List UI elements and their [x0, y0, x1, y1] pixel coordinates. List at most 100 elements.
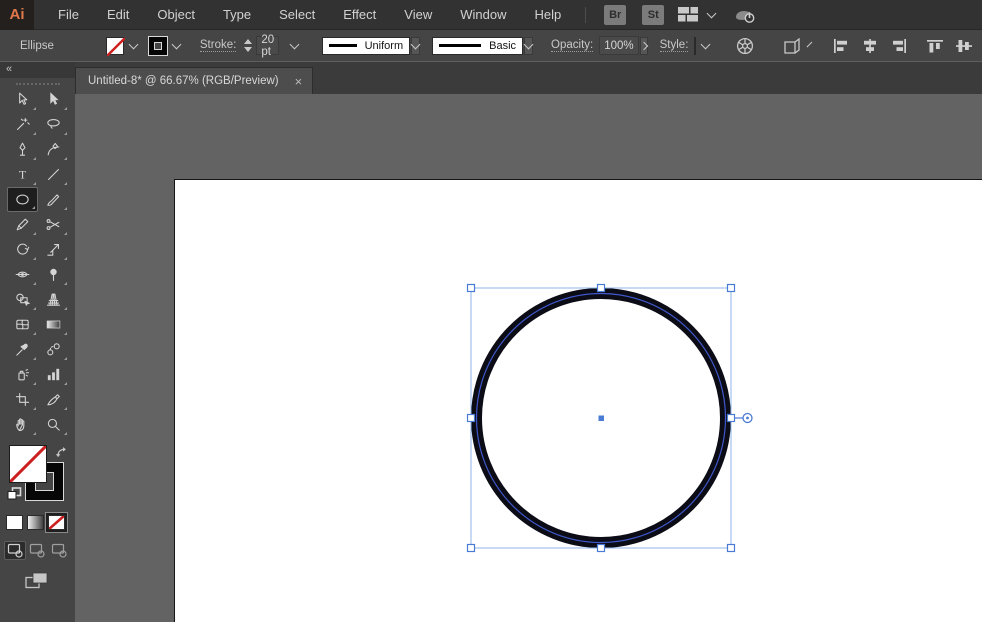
draw-behind-button[interactable]: [26, 541, 48, 560]
draw-normal-button[interactable]: [4, 541, 26, 560]
center-anchor[interactable]: [598, 415, 605, 422]
tool-width[interactable]: [7, 262, 38, 287]
tool-paintbrush[interactable]: [38, 187, 69, 212]
tools-panel: « T: [0, 62, 75, 622]
tool-zoom[interactable]: [38, 412, 69, 437]
tool-scissors[interactable]: [38, 212, 69, 237]
workspace-switcher-icon[interactable]: [678, 7, 699, 22]
horizontal-align-center-button[interactable]: [861, 38, 879, 54]
stroke-weight-stepper[interactable]: [244, 39, 253, 52]
recolor-artwork-icon[interactable]: [735, 36, 755, 56]
collapse-panel-button[interactable]: «: [0, 62, 75, 78]
bridge-button[interactable]: Br: [604, 4, 627, 25]
svg-text:T: T: [18, 167, 26, 181]
width-profile-preview: [329, 44, 357, 47]
menu-effect[interactable]: Effect: [329, 0, 390, 30]
close-tab-icon[interactable]: ×: [295, 75, 303, 88]
stroke-color-chevron-icon[interactable]: [167, 39, 186, 50]
vertical-align-center-button[interactable]: [955, 38, 973, 54]
tool-scale[interactable]: [38, 237, 69, 262]
tools-grid: T: [0, 87, 75, 437]
tool-pencil[interactable]: [7, 212, 38, 237]
draw-inside-button[interactable]: [48, 541, 70, 560]
live-shape-widget[interactable]: [735, 412, 753, 424]
stock-button[interactable]: St: [642, 4, 665, 25]
tools-panel-grip[interactable]: [15, 83, 60, 85]
tool-mesh[interactable]: [7, 312, 38, 337]
brush-definition-dropdown[interactable]: Basic: [432, 36, 524, 55]
tool-column-graph[interactable]: [38, 362, 69, 387]
style-chevron-icon[interactable]: [696, 39, 715, 50]
color-button[interactable]: [6, 515, 23, 530]
app-logo: Ai: [0, 0, 34, 30]
gradient-button[interactable]: [27, 515, 44, 530]
tool-shape-builder[interactable]: [7, 287, 38, 312]
transform-options-chevron-icon[interactable]: [807, 41, 813, 47]
opacity-link[interactable]: Opacity:: [551, 39, 594, 52]
tool-type[interactable]: T: [7, 162, 38, 187]
style-link[interactable]: Style:: [659, 39, 689, 52]
tool-ellipse[interactable]: [6, 187, 38, 212]
canvas[interactable]: [75, 94, 982, 622]
none-button[interactable]: [46, 513, 67, 532]
document-tab-strip: Untitled-8* @ 66.67% (RGB/Preview) ×: [75, 62, 982, 94]
tool-hand[interactable]: [7, 412, 38, 437]
stroke-weight-value: 20 pt: [261, 33, 275, 58]
change-screen-mode-icon[interactable]: [24, 572, 51, 594]
stroke-weight-field[interactable]: 20 pt: [256, 33, 280, 58]
tool-magic-wand[interactable]: [7, 112, 38, 137]
tool-lasso[interactable]: [38, 112, 69, 137]
brush-value: Basic: [489, 39, 517, 52]
tool-curvature[interactable]: [38, 137, 69, 162]
swap-fill-stroke-icon[interactable]: [55, 446, 68, 464]
tool-direct-selection[interactable]: [38, 87, 69, 112]
tool-gradient[interactable]: [38, 312, 69, 337]
menu-help[interactable]: Help: [520, 0, 575, 30]
horizontal-align-right-button[interactable]: [890, 38, 908, 54]
fill-indicator-swatch[interactable]: [8, 445, 47, 483]
tool-line-segment[interactable]: [38, 162, 69, 187]
stroke-weight-chevron-icon[interactable]: [285, 39, 304, 50]
fill-stroke-cluster: [7, 445, 69, 507]
tool-selection[interactable]: [7, 87, 38, 112]
menu-file[interactable]: File: [44, 0, 93, 30]
selected-circle-artwork[interactable]: [75, 94, 982, 622]
opacity-field[interactable]: 100%: [599, 36, 639, 55]
tool-pen[interactable]: [7, 137, 38, 162]
document-title: Untitled-8* @ 66.67% (RGB/Preview): [88, 75, 279, 87]
menu-object[interactable]: Object: [143, 0, 209, 30]
brush-chevron-icon[interactable]: [523, 36, 534, 55]
menu-bar: Ai File Edit Object Type Select Effect View Win…: [0, 0, 982, 30]
tool-slice[interactable]: [38, 387, 69, 412]
menu-window[interactable]: Window: [446, 0, 520, 30]
menu-view[interactable]: View: [390, 0, 446, 30]
menu-edit[interactable]: Edit: [93, 0, 143, 30]
menu-select[interactable]: Select: [265, 0, 329, 30]
horizontal-align-left-button[interactable]: [832, 38, 850, 54]
stroke-weight-link[interactable]: Stroke:: [199, 39, 237, 52]
tool-perspective-grid[interactable]: [38, 287, 69, 312]
variable-width-profile-dropdown[interactable]: Uniform: [322, 36, 411, 55]
fill-color-swatch[interactable]: [105, 36, 126, 57]
document-tab[interactable]: Untitled-8* @ 66.67% (RGB/Preview) ×: [75, 67, 314, 94]
vertical-align-top-button[interactable]: [926, 38, 944, 54]
tool-eyedropper[interactable]: [7, 337, 38, 362]
fill-color-chevron-icon[interactable]: [124, 39, 143, 50]
menu-type[interactable]: Type: [209, 0, 265, 30]
stroke-color-swatch[interactable]: [148, 36, 167, 55]
opacity-panel-arrow-icon[interactable]: [639, 36, 648, 55]
default-fill-stroke-icon[interactable]: [7, 487, 22, 506]
transform-options-icon[interactable]: [781, 36, 803, 56]
drawing-mode-buttons: [4, 541, 75, 560]
style-swatch[interactable]: [694, 36, 697, 55]
tool-symbol-sprayer[interactable]: [7, 362, 38, 387]
width-profile-chevron-icon[interactable]: [410, 36, 421, 55]
color-type-buttons: [6, 513, 75, 532]
tool-puppet-warp[interactable]: [38, 262, 69, 287]
control-bar: Ellipse Stroke: 20 pt Uniform Basic Opac…: [0, 30, 982, 62]
tool-rotate[interactable]: [7, 237, 38, 262]
gpu-performance-icon[interactable]: [733, 5, 757, 25]
tool-artboard[interactable]: [7, 387, 38, 412]
tool-blend[interactable]: [38, 337, 69, 362]
workspace-chevron-icon[interactable]: [706, 8, 717, 18]
